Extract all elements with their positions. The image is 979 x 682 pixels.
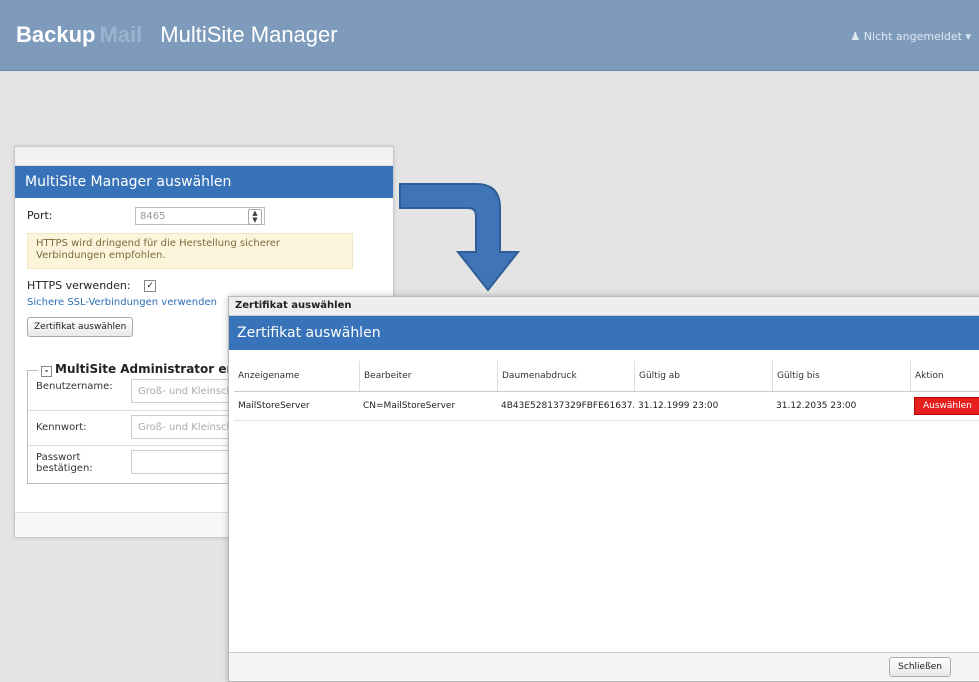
panel-title: MultiSite Manager auswählen xyxy=(15,166,393,198)
https-label: HTTPS verwenden: xyxy=(27,279,131,292)
brand-backup: Backup xyxy=(16,22,96,47)
password-label: Kennwort: xyxy=(36,422,87,433)
username-label: Benutzername: xyxy=(36,381,113,392)
col-header-issuer[interactable]: Bearbeiter xyxy=(359,361,497,391)
user-icon: ♟ xyxy=(850,30,861,43)
brand-multisite-manager: MultiSite Manager xyxy=(160,22,338,47)
cell-name: MailStoreServer xyxy=(238,401,310,411)
user-menu[interactable]: ♟ Nicht angemeldet ▾ xyxy=(850,30,971,43)
app-brand: Backup Mail MultiSite Manager xyxy=(16,22,338,48)
panel-top-strip xyxy=(15,147,393,166)
table-header-row: Anzeigename Bearbeiter Daumenabdruck Gül… xyxy=(234,361,979,392)
col-header-valid-to[interactable]: Gültig bis xyxy=(772,361,910,391)
brand-mail: Mail xyxy=(99,22,143,47)
cell-valid-from: 31.12.1999 23:00 xyxy=(638,401,719,411)
dialog-header: Zertifikat auswählen xyxy=(229,316,979,350)
arrow-down-right-icon xyxy=(399,183,521,292)
cell-issuer: CN=MailStoreServer xyxy=(363,401,456,411)
certificate-dialog: Zertifikat auswählen Zertifikat auswähle… xyxy=(228,296,979,682)
cell-valid-to: 31.12.2035 23:00 xyxy=(776,401,857,411)
port-label: Port: xyxy=(27,209,53,222)
ssl-link[interactable]: Sichere SSL-Verbindungen verwenden xyxy=(27,297,217,308)
certificate-table: Anzeigename Bearbeiter Daumenabdruck Gül… xyxy=(234,361,979,421)
https-warning: HTTPS wird dringend für die Herstellung … xyxy=(27,233,353,269)
cert-button-row: Zertifikat auswählen xyxy=(27,317,134,337)
dialog-window-title: Zertifikat auswählen xyxy=(229,297,979,316)
select-button[interactable]: Auswählen xyxy=(914,396,979,415)
port-spinner[interactable]: ▲ ▼ xyxy=(248,209,262,225)
confirm-label-line2: bestätigen: xyxy=(36,463,93,474)
port-value: 8465 xyxy=(140,211,166,222)
https-checkbox[interactable]: ✓ xyxy=(144,280,157,292)
user-label: Nicht angemeldet xyxy=(863,30,962,43)
port-input[interactable]: 8465 ▲ ▼ xyxy=(135,207,265,225)
https-row: HTTPS verwenden: ✓ xyxy=(27,279,157,292)
table-row[interactable]: MailStoreServer CN=MailStoreServer 4B43E… xyxy=(234,392,979,421)
confirm-label: Passwort bestätigen: xyxy=(36,452,93,474)
col-header-valid-from[interactable]: Gültig ab xyxy=(634,361,772,391)
close-button[interactable]: Schließen xyxy=(889,657,951,677)
col-header-thumbprint[interactable]: Daumenabdruck xyxy=(497,361,634,391)
cell-thumbprint: 4B43E528137329FBFE61637... xyxy=(501,401,634,411)
cell-action: Auswählen xyxy=(910,392,979,420)
top-navbar: Backup Mail MultiSite Manager ♟ Nicht ange… xyxy=(0,0,979,71)
chevron-down-icon: ▾ xyxy=(965,30,971,43)
select-certificate-button[interactable]: Zertifikat auswählen xyxy=(27,317,134,337)
col-header-name[interactable]: Anzeigename xyxy=(234,361,359,391)
confirm-label-line1: Passwort xyxy=(36,452,81,463)
col-header-action[interactable]: Aktion xyxy=(910,361,979,391)
